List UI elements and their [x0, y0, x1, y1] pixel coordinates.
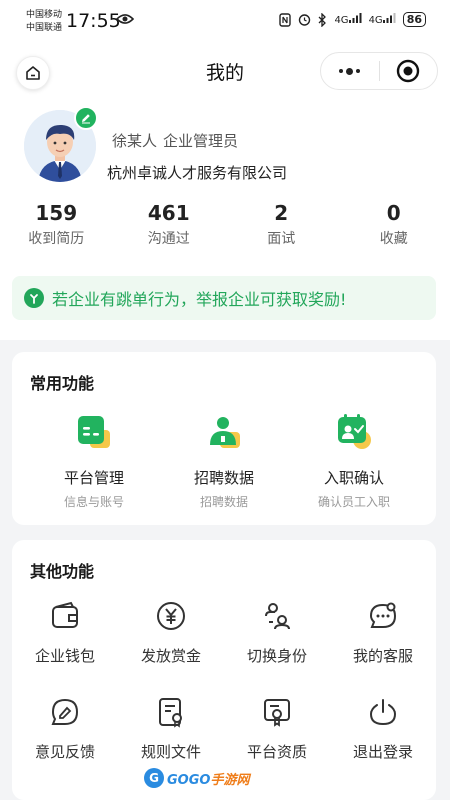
pencil-icon: [82, 114, 90, 124]
more-button[interactable]: [321, 67, 379, 75]
status-time: 17:55: [66, 10, 121, 32]
status-bar: 中国移动 中国联通 17:55 4G 4G 86: [0, 0, 450, 44]
person-data-icon: [210, 417, 240, 448]
stat-communicated[interactable]: 461 沟通过: [113, 200, 226, 248]
miniprogram-capsule: [320, 52, 438, 90]
network-type-2: 4G: [368, 15, 383, 26]
watermark-logo-icon: G: [144, 768, 164, 788]
issue-bounty-item[interactable]: 发放赏金: [118, 600, 224, 666]
site-watermark: G GOGO手游网: [144, 768, 249, 788]
platform-qualification-item[interactable]: 平台资质: [224, 696, 330, 762]
more-dot-icon: [356, 69, 361, 73]
notice-bulb-icon: [24, 288, 44, 308]
target-close-icon: [397, 59, 420, 83]
common-functions-card: 常用功能 平台管理 信息与账号 招聘数据 招聘数据 入职确认 确认员工入职: [12, 352, 436, 525]
customer-service-icon: [369, 602, 397, 628]
rules-document-item[interactable]: 规则文件: [118, 696, 224, 762]
signal-2: 4G: [369, 13, 396, 26]
signal-bars-icon: [348, 13, 362, 23]
function-sublabel: 招聘数据: [199, 495, 248, 509]
other-functions-card: 其他功能 企业钱包 发放赏金 切换身份 我的客服 意见反馈 规则文件 平台资质 …: [12, 540, 436, 800]
yen-icon: [157, 602, 185, 630]
close-button[interactable]: [379, 59, 437, 83]
network-type-1: 4G: [334, 15, 349, 26]
onboarding-confirm-item[interactable]: 入职确认 确认员工入职: [284, 412, 424, 510]
stat-label: 收到简历: [28, 231, 85, 247]
function-label: 招聘数据: [193, 469, 254, 487]
battery-level: 86: [402, 12, 426, 27]
signal-bars-icon: [382, 13, 396, 23]
stat-favorites[interactable]: 0 收藏: [338, 200, 450, 248]
watermark-suffix: 手游网: [210, 772, 250, 788]
function-sublabel: 确认员工入职: [317, 495, 390, 509]
stat-value: 2: [274, 201, 289, 225]
function-label: 规则文件: [140, 743, 201, 761]
alarm-icon: [299, 14, 311, 26]
company-name: 杭州卓诚人才服务有限公司: [107, 164, 288, 182]
eye-icon: [116, 14, 134, 24]
qualification-icon: [264, 699, 290, 727]
feedback-icon: [51, 698, 79, 725]
profile-section: 徐某人 企业管理员 杭州卓诚人才服务有限公司 159 收到简历 461 沟通过 2…: [0, 96, 450, 340]
wallet-icon: [52, 601, 78, 628]
stat-resumes[interactable]: 159 收到简历: [0, 200, 113, 248]
section-title: 常用功能: [30, 374, 95, 393]
customer-service-item[interactable]: 我的客服: [330, 600, 436, 666]
function-label: 平台资质: [246, 743, 307, 761]
function-label: 企业钱包: [34, 647, 95, 665]
onboard-confirm-icon: [338, 414, 371, 449]
switch-identity-icon: [265, 603, 290, 630]
stat-interviews[interactable]: 2 面试: [225, 200, 338, 248]
bluetooth-icon: [318, 12, 327, 27]
more-dot-icon: [339, 69, 344, 73]
watermark-brand: GOGO: [167, 772, 211, 788]
edit-profile-button[interactable]: [74, 106, 98, 130]
function-label: 平台管理: [63, 469, 124, 487]
carrier-info: 中国移动 中国联通: [26, 9, 62, 35]
function-label: 退出登录: [352, 743, 413, 761]
report-notice-banner[interactable]: 若企业有跳单行为，举报企业可获取奖励!: [12, 276, 436, 320]
function-sublabel: 信息与账号: [63, 495, 124, 509]
feedback-item[interactable]: 意见反馈: [12, 696, 118, 762]
enterprise-wallet-item[interactable]: 企业钱包: [12, 600, 118, 666]
nav-bar: 我的: [0, 44, 450, 96]
signal-1: 4G: [334, 13, 362, 26]
user-name: 徐某人: [112, 132, 158, 150]
switch-identity-item[interactable]: 切换身份: [224, 600, 330, 666]
carrier-2: 中国联通: [26, 23, 63, 33]
stat-value: 159: [35, 201, 78, 225]
system-icons: 4G 4G 86: [279, 12, 426, 27]
section-title: 其他功能: [30, 562, 95, 581]
notice-text: 若企业有跳单行为，举报企业可获取奖励!: [52, 290, 347, 309]
nfc-icon: [279, 12, 292, 27]
carrier-1: 中国移动: [26, 10, 63, 20]
stats-row: 159 收到简历 461 沟通过 2 面试 0 收藏: [0, 200, 450, 248]
function-label: 切换身份: [246, 647, 307, 665]
function-label: 我的客服: [352, 647, 413, 665]
user-name-line: 徐某人 企业管理员: [112, 130, 238, 151]
function-label: 发放赏金: [140, 647, 201, 665]
logout-item[interactable]: 退出登录: [330, 696, 436, 762]
stat-label: 面试: [267, 231, 296, 247]
function-label: 意见反馈: [34, 743, 95, 761]
power-icon: [369, 699, 397, 726]
other-functions-grid: 企业钱包 发放赏金 切换身份 我的客服 意见反馈 规则文件 平台资质 退出登录: [12, 600, 436, 762]
user-role: 企业管理员: [163, 132, 239, 150]
rules-document-icon: [159, 698, 182, 728]
stat-label: 收藏: [379, 231, 408, 247]
more-dot-icon: [346, 67, 354, 75]
watermark-text: GOGO手游网: [167, 769, 249, 788]
stat-label: 沟通过: [147, 231, 190, 247]
id-card-icon: [78, 416, 110, 448]
stat-value: 0: [386, 201, 401, 225]
function-label: 入职确认: [323, 469, 384, 487]
recruitment-data-item[interactable]: 招聘数据 招聘数据: [154, 412, 294, 510]
platform-management-item[interactable]: 平台管理 信息与账号: [24, 412, 164, 510]
stat-value: 461: [147, 201, 190, 225]
